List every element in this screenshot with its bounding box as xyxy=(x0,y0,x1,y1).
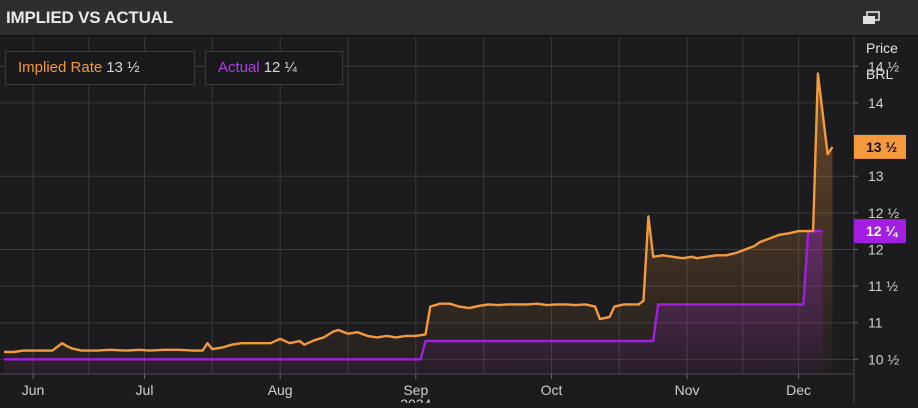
legend-implied-rate: Implied Rate 13 ½ xyxy=(5,51,195,85)
x-year-label: 2024 xyxy=(400,396,431,403)
x-tick-label: Jul xyxy=(136,382,154,398)
legend-actual: Actual 12 ¼ xyxy=(205,51,343,85)
x-tick-label: Dec xyxy=(786,382,811,398)
panel-title: IMPLIED VS ACTUAL xyxy=(6,8,173,27)
legend-actual-label: Actual xyxy=(218,59,260,76)
y-tick-label: 12 ½ xyxy=(868,205,899,221)
y-tick-label: 12 xyxy=(868,241,884,257)
y-tick-label: 13 xyxy=(868,168,884,184)
y-axis-header: Price xyxy=(866,40,898,56)
x-tick-label: Jun xyxy=(22,382,45,398)
implied-vs-actual-chart: PriceBRL10 ½1111 ½1212 ½131414 ½13 ½12 ¼… xyxy=(0,37,906,408)
y-tick-label: 10 ½ xyxy=(868,351,899,367)
chart-area: Price BRL 10 ½ 11 11 ½ 12 12 ½ 13 14 14 ½ 13 ½ 12 ¼… xyxy=(0,37,918,408)
legend-implied-label: Implied Rate xyxy=(18,59,103,76)
last-value-label-implied: 13 ½ xyxy=(866,139,897,155)
legend-actual-value: 12 ¼ xyxy=(263,59,298,76)
y-tick-label: 14 ½ xyxy=(868,58,899,74)
y-tick-label: 14 xyxy=(868,95,884,111)
panel-header: IMPLIED VS ACTUAL xyxy=(0,0,918,36)
x-tick-label: Oct xyxy=(541,382,563,398)
last-value-label-actual: 12 ¼ xyxy=(866,223,898,239)
x-tick-label: Aug xyxy=(268,382,293,398)
x-tick-label: Nov xyxy=(675,382,700,398)
legend-implied-value: 13 ½ xyxy=(106,59,140,76)
popout-window-icon[interactable] xyxy=(862,11,880,25)
y-tick-label: 11 xyxy=(868,315,883,331)
y-tick-label: 11 ½ xyxy=(868,278,898,294)
